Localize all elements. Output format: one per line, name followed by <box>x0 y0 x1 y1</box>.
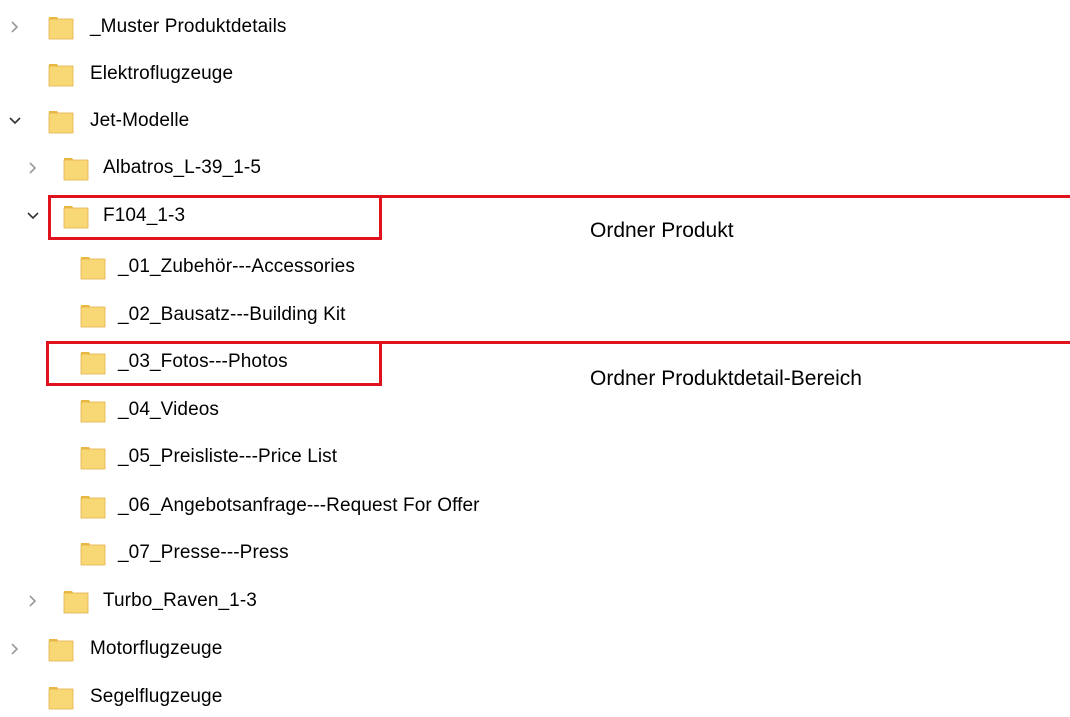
folder-icon <box>47 60 75 88</box>
tree-item-zubehoer[interactable]: _01_Zubehör---Accessories <box>0 247 600 287</box>
tree-item-bausatz[interactable]: _02_Bausatz---Building Kit <box>0 295 600 335</box>
tree-item-label: Turbo_Raven_1-3 <box>103 590 257 611</box>
chevron-right-icon[interactable] <box>23 591 43 611</box>
tree-item-label: Albatros_L-39_1-5 <box>103 157 262 178</box>
tree-item-label: _Muster Produktdetails <box>90 16 287 37</box>
folder-icon <box>47 635 75 663</box>
tree-item-label: Motorflugzeuge <box>90 638 223 659</box>
tree-item-label: _07_Presse---Press <box>118 542 289 563</box>
tree-item-label: Jet-Modelle <box>90 110 190 131</box>
tree-item-preisliste[interactable]: _05_Preisliste---Price List <box>0 437 600 477</box>
chevron-right-icon[interactable] <box>5 639 25 659</box>
chevron-down-icon[interactable] <box>5 111 25 131</box>
tree-item-segelflugzeuge[interactable]: Segelflugzeuge <box>0 677 420 717</box>
highlight-line-product-folder <box>380 195 1070 198</box>
tree-item-muster-produktdetails[interactable]: _Muster Produktdetails <box>0 7 420 47</box>
folder-icon <box>47 683 75 711</box>
chevron-right-icon[interactable] <box>23 158 43 178</box>
tree-item-motorflugzeuge[interactable]: Motorflugzeuge <box>0 629 420 669</box>
tree-item-videos[interactable]: _04_Videos <box>0 390 600 430</box>
tree-item-label: Segelflugzeuge <box>90 686 223 707</box>
folder-icon <box>47 13 75 41</box>
tree-item-angebotsanfrage[interactable]: _06_Angebotsanfrage---Request For Offer <box>0 486 600 526</box>
highlight-box-product-folder <box>48 195 382 240</box>
chevron-down-icon[interactable] <box>23 206 43 226</box>
highlight-box-detail-folder <box>46 341 382 386</box>
tree-item-label: _06_Angebotsanfrage---Request For Offer <box>118 495 480 516</box>
folder-icon <box>62 587 90 615</box>
folder-icon <box>79 253 107 281</box>
tree-item-label: _05_Preisliste---Price List <box>118 446 338 467</box>
annotation-detail-folder: Ordner Produktdetail-Bereich <box>590 367 862 390</box>
folder-icon <box>79 492 107 520</box>
tree-item-label: _04_Videos <box>118 399 220 420</box>
folder-icon <box>79 539 107 567</box>
folder-icon <box>62 154 90 182</box>
tree-item-label: _02_Bausatz---Building Kit <box>118 304 346 325</box>
tree-item-label: Elektroflugzeuge <box>90 63 234 84</box>
folder-icon <box>79 396 107 424</box>
folder-icon <box>79 301 107 329</box>
tree-item-albatros[interactable]: Albatros_L-39_1-5 <box>0 148 420 188</box>
folder-icon <box>79 443 107 471</box>
highlight-line-detail-folder <box>380 341 1070 344</box>
tree-item-elektroflugzeuge[interactable]: Elektroflugzeuge <box>0 54 420 94</box>
folder-icon <box>47 107 75 135</box>
tree-item-presse[interactable]: _07_Presse---Press <box>0 533 600 573</box>
annotation-product-folder: Ordner Produkt <box>590 219 734 242</box>
tree-item-label: _01_Zubehör---Accessories <box>118 256 355 277</box>
tree-item-jet-modelle[interactable]: Jet-Modelle <box>0 101 420 141</box>
chevron-right-icon[interactable] <box>5 17 25 37</box>
tree-item-turbo-raven[interactable]: Turbo_Raven_1-3 <box>0 581 420 621</box>
